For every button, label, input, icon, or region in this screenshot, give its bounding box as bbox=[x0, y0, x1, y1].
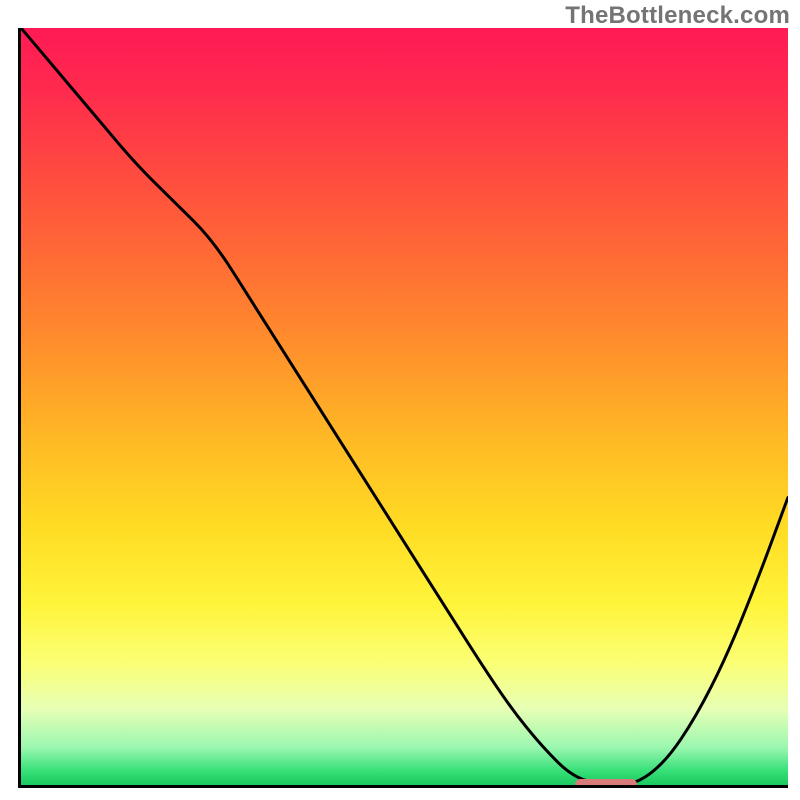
curve-path bbox=[21, 28, 788, 785]
watermark-text: TheBottleneck.com bbox=[565, 2, 790, 30]
plot-area bbox=[18, 28, 788, 788]
chart-stage: TheBottleneck.com bbox=[0, 0, 800, 800]
bottleneck-curve bbox=[21, 28, 788, 785]
optimal-range-marker bbox=[575, 779, 637, 788]
